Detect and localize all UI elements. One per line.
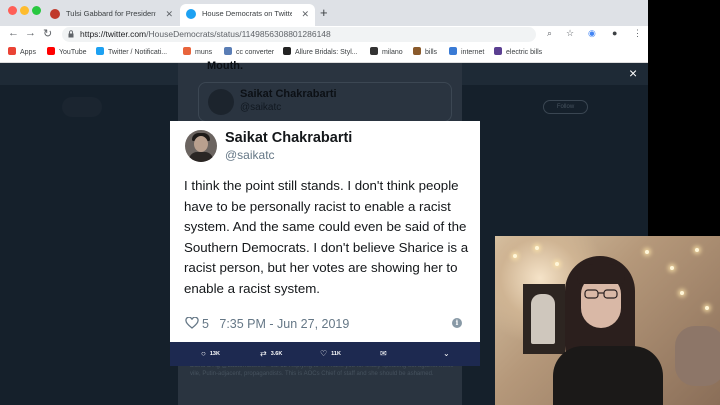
browser-chrome: Tulsi Gabbard for President - Of ✕ House…: [0, 0, 648, 63]
bookmark-cc-converter[interactable]: cc converter: [224, 47, 274, 56]
new-tab-button[interactable]: +: [320, 5, 328, 20]
tab-house-democrats[interactable]: House Democrats on Twitter: "I ✕: [180, 4, 315, 26]
bookmark-twitter[interactable]: Twitter / Notificati...: [96, 47, 167, 56]
url-host: https://twitter.com: [80, 29, 147, 39]
avatar: [185, 130, 217, 162]
back-arrow-icon[interactable]: ←: [8, 27, 19, 39]
play-icon: [449, 47, 457, 55]
retweet-button[interactable]: ⇄ 3.6K: [260, 349, 282, 358]
webcam-overlay: [495, 236, 720, 405]
avatar: [208, 89, 234, 115]
wall-poster: [523, 284, 565, 354]
heart-icon: ♡: [320, 349, 328, 358]
tab-favicon-icon: [50, 9, 60, 19]
bookmarks-bar: Apps YouTube Twitter / Notificati... mun…: [0, 43, 648, 63]
tweet-author-name: Saikat Chakrabarti: [225, 130, 353, 146]
tab-strip: Tulsi Gabbard for President - Of ✕ House…: [0, 0, 648, 26]
like-button[interactable]: ♡ 11K: [320, 349, 341, 358]
envelope-icon: ✉: [380, 349, 387, 358]
more-options-button[interactable]: ⌄: [443, 349, 454, 358]
menu-dots-icon[interactable]: ⋮: [633, 28, 642, 39]
bookmark-apps[interactable]: Apps: [8, 47, 36, 56]
dimmed-tweet-text: Mouth.: [207, 60, 244, 72]
profile-avatar[interactable]: ●: [612, 28, 617, 38]
retweet-icon: ⇄: [260, 349, 267, 358]
message-button[interactable]: ✉: [380, 349, 391, 358]
tweet-body-text: I think the point still stands. I don't …: [184, 178, 469, 296]
tweet-like-count: 5: [202, 317, 209, 331]
bookmark-milano[interactable]: milano: [370, 47, 403, 56]
forward-arrow-icon[interactable]: →: [25, 27, 36, 39]
tweet-meta: 5 7:35 PM - Jun 27, 2019: [185, 317, 349, 331]
chevron-down-icon: ⌄: [443, 349, 450, 358]
glasses-icon: [584, 289, 618, 299]
allure-icon: [283, 47, 291, 55]
tab-title: House Democrats on Twitter: "I: [202, 9, 292, 18]
address-bar[interactable]: https://twitter.com/HouseDemocrats/statu…: [62, 27, 536, 42]
bookmark-allure-bridals[interactable]: Allure Bridals: Styl...: [283, 47, 358, 56]
twitter-bird-icon: [186, 9, 196, 19]
url-text: https://twitter.com/HouseDemocrats/statu…: [80, 29, 331, 39]
twitter-bird-icon: [96, 47, 104, 55]
screen: Tulsi Gabbard for President - Of ✕ House…: [0, 0, 720, 405]
bookmark-youtube[interactable]: YouTube: [47, 47, 87, 56]
pillow: [675, 326, 720, 386]
dimmed-profile-avatar: [62, 97, 102, 117]
window-close-icon[interactable]: [8, 6, 17, 15]
reply-button[interactable]: ○ 13K: [201, 349, 220, 358]
follow-button-dimmed: Follow: [543, 100, 588, 114]
tab-close-icon[interactable]: ✕: [165, 4, 173, 24]
reply-bubble-icon: ○: [201, 349, 206, 358]
quoted-author-name: Saikat Chakrabarti: [240, 88, 337, 100]
navigation-bar: ← → ↻ https://twitter.com/HouseDemocrats…: [0, 26, 648, 43]
window-minimize-icon[interactable]: [20, 6, 29, 15]
tweet-image: Saikat Chakrabarti @saikatc I think the …: [170, 121, 480, 342]
milano-icon: [370, 47, 378, 55]
window-maximize-icon[interactable]: [32, 6, 41, 15]
youtube-icon: [47, 47, 55, 55]
apps-grid-icon: [8, 47, 16, 55]
electric-icon: [494, 47, 502, 55]
close-icon[interactable]: ×: [629, 65, 637, 81]
muns-icon: [183, 47, 191, 55]
bookmark-internet[interactable]: internet: [449, 47, 484, 56]
bookmark-bills[interactable]: bills: [413, 47, 437, 56]
reload-icon[interactable]: ↻: [43, 27, 52, 40]
reply-tweet-dimmed: David D'Ag @badtorn8tweet · Jul 12 Reply…: [190, 363, 454, 377]
tweet-timestamp: 7:35 PM - Jun 27, 2019: [219, 317, 350, 331]
star-icon[interactable]: ☆: [566, 28, 574, 39]
tab-tulsi-gabbard[interactable]: Tulsi Gabbard for President - Of ✕: [44, 4, 179, 26]
bookmark-muns[interactable]: muns: [183, 47, 212, 56]
lock-icon: [68, 30, 74, 38]
extension-icon[interactable]: ◉: [588, 28, 596, 39]
bills-icon: [413, 47, 421, 55]
search-icon[interactable]: ⌕: [547, 28, 552, 39]
info-icon: i: [452, 318, 462, 328]
quoted-author-handle: @saikatc: [240, 102, 282, 113]
heart-icon: [185, 317, 199, 329]
converter-icon: [224, 47, 232, 55]
quoted-tweet-card: Saikat Chakrabarti @saikatc: [198, 82, 452, 122]
tab-close-icon[interactable]: ✕: [301, 4, 309, 24]
tweet-author-handle: @saikatc: [225, 148, 275, 162]
tab-title: Tulsi Gabbard for President - Of: [66, 9, 156, 18]
url-path: /HouseDemocrats/status/11498563088012861…: [146, 29, 331, 39]
tweet-action-bar: ○ 13K ⇄ 3.6K ♡ 11K ✉ ⌄: [170, 342, 480, 366]
bookmark-electric-bills[interactable]: electric bills: [494, 47, 542, 56]
